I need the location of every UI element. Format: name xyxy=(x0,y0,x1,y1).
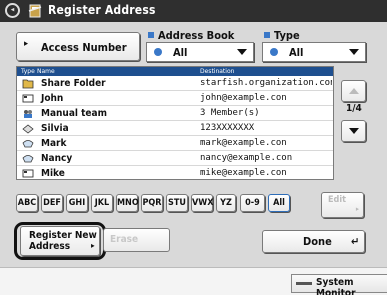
done-label: Done xyxy=(303,235,332,248)
edit-button[interactable]: Edit ▸ xyxy=(321,192,364,218)
column-type: Type xyxy=(21,68,35,75)
email-icon xyxy=(22,169,34,178)
address-book-value: All xyxy=(173,46,188,59)
list-item[interactable]: Share Folder starfish.organization.conpa xyxy=(17,76,333,91)
ifax-icon xyxy=(22,140,34,148)
register-label-line2: Address xyxy=(29,241,71,252)
radio-dot-icon xyxy=(270,48,278,56)
arrow-right-icon: ▸ xyxy=(91,241,95,250)
access-number-label: Access Number xyxy=(41,41,127,54)
arrow-right-icon: ▸ xyxy=(24,39,29,49)
register-label-line1: Register New xyxy=(29,230,97,241)
scroll-up-button[interactable] xyxy=(341,80,366,102)
row-name: Nancy xyxy=(41,153,73,164)
erase-button[interactable]: Erase xyxy=(103,228,170,252)
row-name: Share Folder xyxy=(41,78,106,89)
arrow-down-icon xyxy=(349,128,359,134)
erase-label: Erase xyxy=(110,234,139,245)
row-destination: nancy@example.con xyxy=(200,153,293,163)
scroll-down-button[interactable] xyxy=(341,120,366,142)
type-select[interactable]: All xyxy=(262,42,366,62)
window-title: Register Address xyxy=(48,3,156,17)
filter-abc[interactable]: ABC xyxy=(16,194,38,212)
email-icon xyxy=(22,94,34,103)
arrow-right-icon: ▸ xyxy=(355,205,359,213)
type-label: Type xyxy=(274,29,300,42)
row-name: Mike xyxy=(41,168,65,179)
fax-icon xyxy=(22,124,34,134)
list-header: Type Name Destination xyxy=(17,67,333,76)
list-item[interactable]: Mike mike@example.con xyxy=(17,166,333,181)
enter-icon: ↵ xyxy=(351,235,360,248)
address-list: Type Name Destination Share Folder starf… xyxy=(16,66,334,180)
system-monitor-label: System Monitor xyxy=(316,277,356,295)
address-book-header: Address Book xyxy=(148,29,234,42)
row-destination: john@example.con xyxy=(200,93,287,103)
list-item[interactable]: Silvia 123XXXXXXX xyxy=(17,121,333,136)
filter-yz[interactable]: YZ xyxy=(216,194,236,212)
edit-label: Edit xyxy=(328,195,346,205)
list-item[interactable]: Manual team 3 Member(s) xyxy=(17,106,333,121)
row-destination: mark@example.con xyxy=(200,138,287,148)
row-name: Silvia xyxy=(41,123,69,134)
filter-0-9[interactable]: 0-9 xyxy=(240,194,265,212)
bullet-icon xyxy=(148,32,154,38)
done-button[interactable]: Done ↵ xyxy=(262,230,365,253)
group-icon xyxy=(24,110,32,118)
type-value: All xyxy=(289,46,304,59)
list-item[interactable]: Nancy nancy@example.con xyxy=(17,151,333,166)
row-name: John xyxy=(41,93,64,104)
column-destination: Destination xyxy=(200,68,235,75)
filter-jkl[interactable]: JKL xyxy=(91,194,113,212)
title-bar: ◂ Register Address xyxy=(0,0,387,22)
filter-def[interactable]: DEF xyxy=(41,194,63,212)
list-item[interactable]: John john@example.con xyxy=(17,91,333,106)
radio-dot-icon xyxy=(154,48,162,56)
filter-mno[interactable]: MNO xyxy=(116,194,139,212)
filter-all[interactable]: All xyxy=(268,194,290,212)
access-number-button[interactable]: ▸ Access Number xyxy=(16,32,140,61)
system-monitor-button[interactable]: System Monitor xyxy=(291,274,387,295)
back-icon[interactable]: ◂ xyxy=(5,3,20,18)
monitor-icon xyxy=(296,282,312,285)
row-destination: mike@example.con xyxy=(200,168,287,178)
ifax-icon xyxy=(22,155,34,163)
type-header: Type xyxy=(264,29,300,42)
bullet-icon xyxy=(264,32,270,38)
filter-ghi[interactable]: GHI xyxy=(66,194,88,212)
row-name: Mark xyxy=(41,138,67,149)
address-book-icon xyxy=(28,4,42,18)
address-book-select[interactable]: All xyxy=(146,42,254,62)
row-destination: 123XXXXXXX xyxy=(200,123,255,133)
list-item[interactable]: Mark mark@example.con xyxy=(17,136,333,151)
folder-icon xyxy=(22,79,34,89)
filter-pqr[interactable]: PQR xyxy=(141,194,163,212)
page-indicator: 1/4 xyxy=(346,103,362,114)
chevron-down-icon xyxy=(349,49,359,55)
register-new-address-button[interactable]: Register New Address ▸ xyxy=(20,226,100,256)
address-book-label: Address Book xyxy=(158,29,235,42)
chevron-down-icon xyxy=(237,49,247,55)
row-name: Manual team xyxy=(41,108,107,119)
row-destination: starfish.organization.conpa xyxy=(200,78,332,88)
filter-stu[interactable]: STU xyxy=(166,194,188,212)
row-destination: 3 Member(s) xyxy=(200,108,260,118)
column-name: Name xyxy=(37,68,55,75)
filter-vwx[interactable]: VWX xyxy=(191,194,213,212)
arrow-up-icon xyxy=(349,88,359,94)
